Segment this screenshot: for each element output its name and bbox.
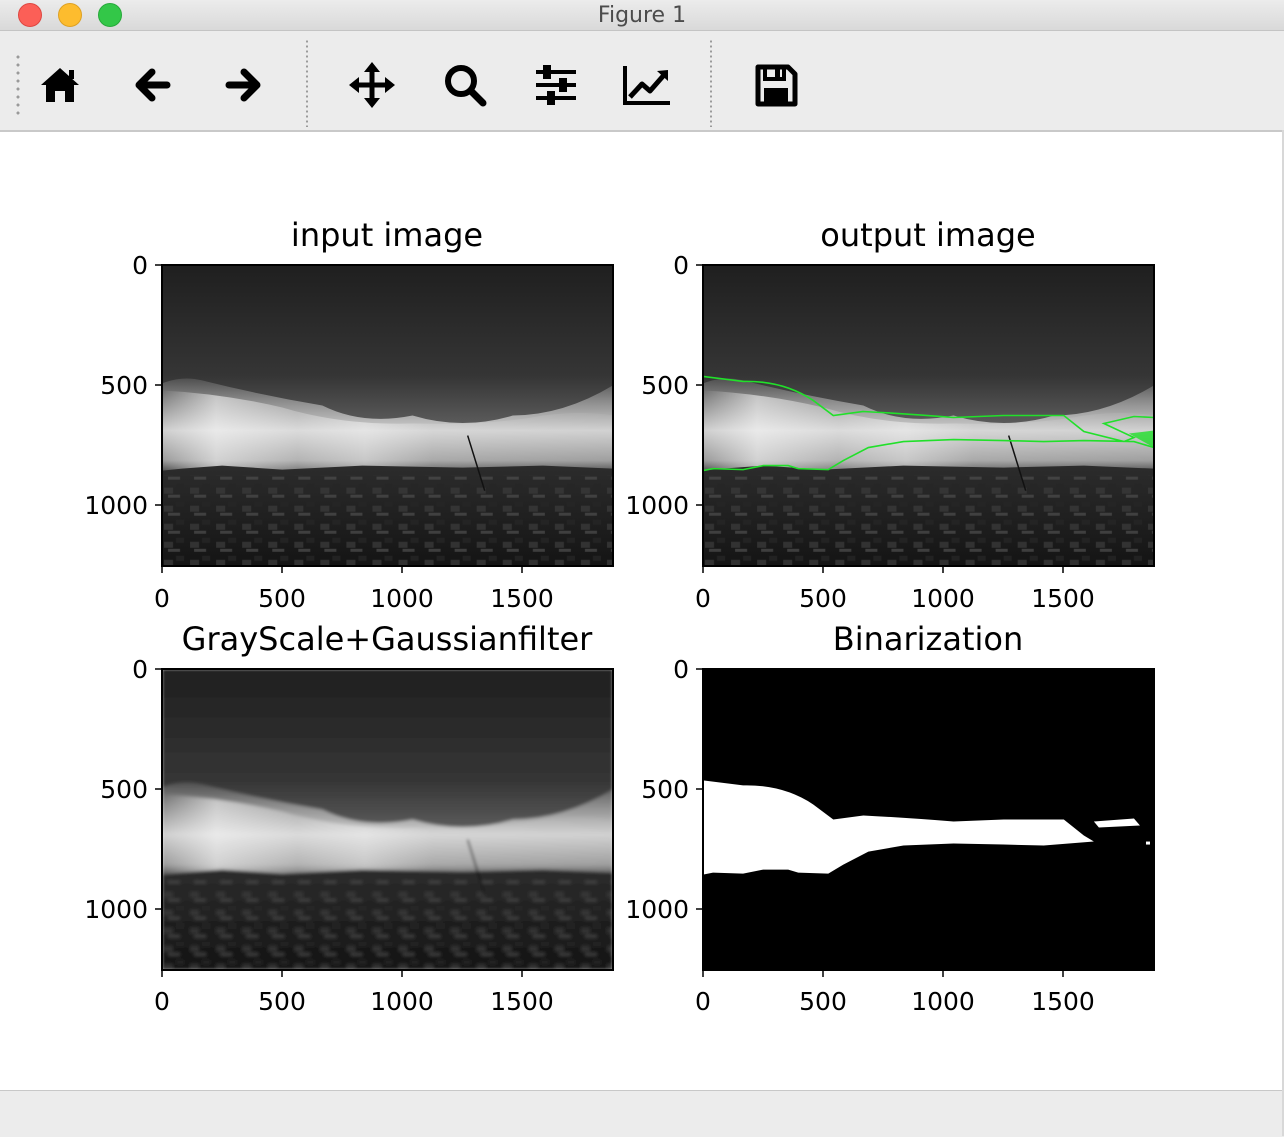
back-button[interactable] bbox=[128, 61, 178, 109]
y-tick-label: 0 bbox=[132, 251, 148, 280]
x-tick-label: 1500 bbox=[1031, 987, 1095, 1016]
y-tick-label: 0 bbox=[673, 655, 689, 684]
forward-button[interactable] bbox=[218, 61, 268, 109]
x-tick-label: 1000 bbox=[911, 584, 975, 613]
axes-title-grayscale-gaussian: GrayScale+Gaussianfilter bbox=[182, 620, 594, 658]
y-tick-label: 1000 bbox=[84, 895, 148, 924]
y-tick-label: 500 bbox=[641, 775, 689, 804]
toolbar-grip[interactable] bbox=[16, 53, 20, 115]
y-tick-label: 0 bbox=[132, 655, 148, 684]
binarization-image-plot[interactable] bbox=[703, 669, 1154, 970]
y-tick-label: 1000 bbox=[84, 491, 148, 520]
y-tick-label: 0 bbox=[673, 251, 689, 280]
home-button[interactable] bbox=[35, 61, 85, 109]
arrow-left-icon bbox=[133, 65, 173, 105]
x-tick-label: 500 bbox=[258, 987, 306, 1016]
axes-output-image: output image 0 500 1000 0 500 1000 1500 bbox=[625, 216, 1155, 613]
move-arrows-icon bbox=[348, 61, 396, 109]
axes-title-output-image: output image bbox=[820, 216, 1035, 254]
magnifier-icon bbox=[442, 62, 488, 108]
zoom-button[interactable] bbox=[440, 61, 490, 109]
status-bar bbox=[0, 1090, 1284, 1137]
axes-grayscale-gaussian: GrayScale+Gaussianfilter 0 500 1000 0 50… bbox=[84, 620, 614, 1016]
y-tick-label: 1000 bbox=[625, 895, 689, 924]
window-title: Figure 1 bbox=[597, 3, 687, 28]
x-tick-label: 1000 bbox=[370, 584, 434, 613]
x-tick-label: 1500 bbox=[490, 987, 554, 1016]
toolbar bbox=[0, 31, 1284, 132]
subplots-button[interactable] bbox=[531, 61, 581, 109]
y-tick-label: 500 bbox=[641, 371, 689, 400]
axes-title-input-image: input image bbox=[291, 216, 483, 254]
toolbar-separator bbox=[306, 39, 308, 127]
sliders-icon bbox=[534, 64, 578, 106]
output-image-plot[interactable] bbox=[703, 265, 1154, 566]
figure-window: Figure 1 input image 0 500 1000 0 500 10… bbox=[0, 0, 1284, 1137]
line-chart-icon bbox=[622, 64, 672, 106]
x-tick-label: 0 bbox=[695, 987, 711, 1016]
y-tick-label: 500 bbox=[100, 775, 148, 804]
pan-button[interactable] bbox=[347, 61, 397, 109]
home-icon bbox=[38, 65, 82, 105]
x-tick-label: 0 bbox=[695, 584, 711, 613]
figure-svg: input image 0 500 1000 0 500 1000 1500 o… bbox=[84, 216, 1155, 1016]
x-tick-label: 500 bbox=[799, 584, 847, 613]
x-tick-label: 500 bbox=[799, 987, 847, 1016]
title-bar: Figure 1 bbox=[0, 0, 1284, 31]
toolbar-separator bbox=[710, 39, 712, 127]
save-button[interactable] bbox=[751, 61, 801, 109]
grayscale-image-plot[interactable] bbox=[162, 669, 613, 970]
x-tick-label: 1500 bbox=[1031, 584, 1095, 613]
floppy-disk-icon bbox=[754, 63, 798, 107]
axes-binarization: Binarization 0 500 1000 0 500 1000 1500 bbox=[625, 620, 1155, 1016]
figure-canvas[interactable]: input image 0 500 1000 0 500 1000 1500 o… bbox=[0, 132, 1284, 1090]
y-tick-label: 1000 bbox=[625, 491, 689, 520]
x-tick-label: 0 bbox=[154, 584, 170, 613]
x-tick-label: 1500 bbox=[490, 584, 554, 613]
axes-input-image: input image 0 500 1000 0 500 1000 1500 bbox=[84, 216, 614, 613]
axes-title-binarization: Binarization bbox=[833, 620, 1023, 658]
axes-edit-button[interactable] bbox=[622, 61, 672, 109]
y-tick-label: 500 bbox=[100, 371, 148, 400]
x-tick-label: 0 bbox=[154, 987, 170, 1016]
x-tick-label: 1000 bbox=[370, 987, 434, 1016]
input-image-plot[interactable] bbox=[162, 265, 613, 566]
arrow-right-icon bbox=[223, 65, 263, 105]
x-tick-label: 500 bbox=[258, 584, 306, 613]
x-tick-label: 1000 bbox=[911, 987, 975, 1016]
